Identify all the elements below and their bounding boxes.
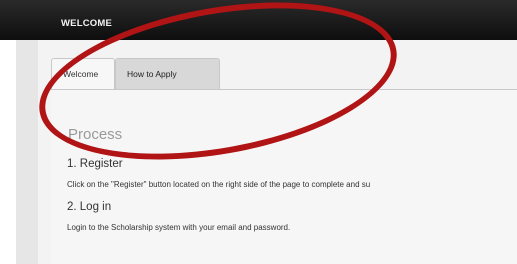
tab-panel: Process 1. Register Click on the "Regist… — [51, 90, 517, 264]
top-navigation-bar: WELCOME — [0, 0, 517, 40]
step-heading-login: 2. Log in — [67, 201, 112, 213]
step-heading-register: 1. Register — [67, 158, 123, 170]
step-text-login: Login to the Scholarship system with you… — [67, 223, 291, 232]
page-header-title: WELCOME — [61, 18, 113, 29]
step-text-register: Click on the "Register" button located o… — [67, 180, 371, 189]
left-sidebar — [16, 40, 39, 264]
section-title: Process — [68, 126, 123, 143]
tab-welcome[interactable]: Welcome — [51, 58, 115, 89]
main-content: Welcome How to Apply Process 1. Register… — [38, 40, 517, 264]
tab-how-to-apply[interactable]: How to Apply — [115, 58, 220, 89]
